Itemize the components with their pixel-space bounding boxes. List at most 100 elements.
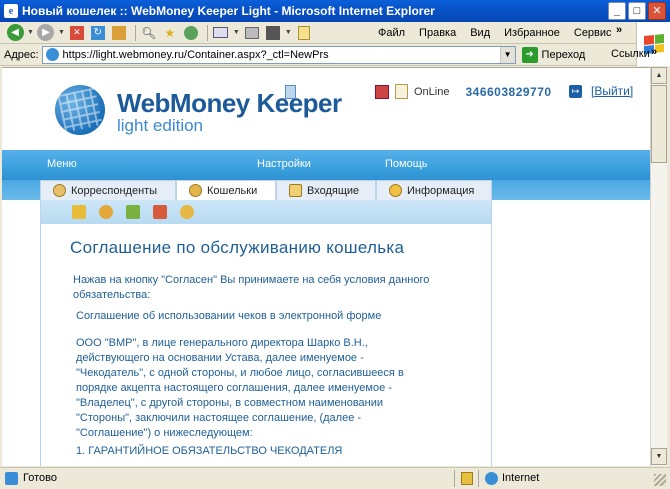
forward-button[interactable]: ▶ — [37, 24, 55, 42]
wm-header: WebMoney Keeper light edition OnLine 346… — [2, 68, 650, 150]
scroll-down-icon[interactable]: ▼ — [651, 448, 667, 465]
status-bar: Готово Internet — [0, 467, 670, 489]
notes-icon — [297, 25, 310, 40]
exit-link[interactable]: [Выйти] — [591, 84, 633, 98]
wallet-history-icon[interactable] — [180, 205, 194, 219]
tab-inbox[interactable]: Входящие — [276, 180, 376, 200]
links-chevron-icon[interactable]: » — [651, 46, 657, 58]
menu-file[interactable]: Файл — [378, 27, 405, 39]
minimize-button[interactable]: _ — [608, 2, 626, 20]
inbox-icon — [289, 184, 302, 197]
wallet-list-icon[interactable] — [72, 205, 86, 219]
wm-subtitle: light edition — [117, 116, 204, 135]
go-button[interactable]: ➜ Переход — [521, 46, 585, 63]
search-icon: 🔍︎ — [141, 25, 157, 40]
history-icon — [183, 25, 198, 40]
favorites-button[interactable]: ★ — [161, 24, 179, 42]
print-button[interactable] — [243, 24, 261, 42]
edit-dropdown-icon[interactable]: ▼ — [285, 29, 292, 36]
tab-label: Кошельки — [207, 184, 258, 197]
links-button[interactable]: Ссылки — [611, 48, 650, 60]
status-divider — [478, 470, 479, 487]
wallet-create-icon[interactable] — [99, 205, 113, 219]
menu-overflow-chevron-icon[interactable]: » — [616, 24, 622, 36]
print-icon — [244, 26, 259, 39]
address-dropdown-icon[interactable]: ▼ — [499, 46, 515, 63]
lock-icon — [461, 472, 473, 485]
people-icon — [53, 184, 66, 197]
stop-icon: ✕ — [69, 25, 84, 40]
agreement-body: ООО "ВМР", в лице генерального директора… — [76, 337, 404, 439]
back-button[interactable]: ◀ — [6, 24, 24, 42]
intro-text: Нажав на кнопку "Согласен" Вы принимаете… — [73, 274, 430, 301]
menu-edit[interactable]: Правка — [419, 27, 456, 39]
toolbar-divider — [134, 24, 136, 41]
edit-button[interactable] — [264, 24, 282, 42]
online-status: OnLine — [414, 85, 450, 98]
menu-bar: Файл Правка Вид Избранное Сервис — [378, 22, 626, 44]
exit-area: ↦ [Выйти] — [569, 84, 633, 98]
vertical-scrollbar[interactable]: ▲ ▼ — [650, 67, 667, 466]
menu-tools[interactable]: Сервис — [574, 27, 612, 39]
go-arrow-icon: ➜ — [521, 46, 538, 63]
back-dropdown-icon[interactable]: ▼ — [27, 29, 34, 36]
tab-label: Входящие — [307, 184, 360, 197]
scroll-up-icon[interactable]: ▲ — [651, 67, 667, 84]
nav-menu[interactable]: Меню — [47, 158, 77, 170]
stop-button[interactable]: ✕ — [68, 24, 86, 42]
maximize-button[interactable]: □ — [628, 2, 646, 20]
toolbar: ◀ ▼ ▶ ▼ ✕ ↻ 🔍︎ ★ ▼ ▼ Файл Правка Вид Изб… — [0, 22, 670, 44]
star-icon: ★ — [164, 25, 176, 40]
info-icon — [389, 184, 402, 197]
resize-grip-icon[interactable] — [654, 474, 666, 486]
window-title-bar[interactable]: e Новый кошелек :: WebMoney Keeper Light… — [0, 0, 670, 22]
edit-icon — [265, 25, 280, 40]
wallet-icon — [189, 184, 202, 197]
menu-view[interactable]: Вид — [470, 27, 490, 39]
mail-dropdown-icon[interactable]: ▼ — [233, 29, 240, 36]
menu-favorites[interactable]: Избранное — [504, 27, 560, 39]
wallet-remove-icon[interactable] — [153, 205, 167, 219]
tab-label: Корреспонденты — [71, 184, 158, 197]
address-label: Адрес: — [4, 48, 39, 61]
page-ie-icon — [45, 48, 59, 61]
zone-label: Internet — [502, 472, 540, 484]
status-text: Готово — [23, 472, 57, 484]
nav-settings[interactable]: Настройки — [257, 158, 311, 170]
wmid-number: 346603829770 — [465, 84, 552, 99]
refresh-button[interactable]: ↻ — [89, 24, 107, 42]
document-icon — [285, 85, 296, 99]
page-status-icon — [5, 472, 18, 485]
search-button[interactable]: 🔍︎ — [140, 24, 158, 42]
nav-help[interactable]: Помощь — [385, 158, 428, 170]
address-bar: Адрес: https://light.webmoney.ru/Contain… — [0, 44, 636, 66]
status-area: OnLine 346603829770 — [375, 84, 552, 99]
page-title: Соглашение по обслуживанию кошелька — [70, 238, 405, 257]
agreement-title: Соглашение об использовании чеков в элек… — [76, 310, 382, 322]
address-input[interactable]: https://light.webmoney.ru/Container.aspx… — [41, 45, 516, 64]
discuss-button[interactable] — [295, 24, 313, 42]
address-url: https://light.webmoney.ru/Container.aspx… — [62, 48, 329, 61]
toolbar-divider — [206, 24, 208, 41]
history-button[interactable] — [182, 24, 200, 42]
exit-icon[interactable]: ↦ — [569, 84, 582, 98]
certificate-icon[interactable] — [395, 84, 408, 99]
tab-label: Информация — [407, 184, 475, 197]
mail-button[interactable] — [212, 24, 230, 42]
home-button[interactable] — [110, 24, 128, 42]
main-nav: Меню Настройки Помощь — [2, 150, 650, 180]
forward-arrow-icon: ▶ — [37, 24, 55, 41]
ie-app-icon[interactable]: e — [4, 4, 18, 18]
close-button[interactable]: ✕ — [648, 2, 666, 20]
tab-correspondents[interactable]: Корреспонденты — [40, 180, 176, 200]
webmoney-globe-logo[interactable] — [55, 85, 105, 135]
tab-info[interactable]: Информация — [376, 180, 492, 200]
tab-wallets[interactable]: Кошельки — [176, 180, 276, 200]
scroll-thumb[interactable] — [651, 85, 667, 163]
wallet-transfer-icon[interactable] — [126, 205, 140, 219]
refresh-icon: ↻ — [90, 25, 105, 40]
wm-brand: WebMoney Keeper — [117, 88, 342, 118]
forward-dropdown-icon[interactable]: ▼ — [58, 29, 65, 36]
home-icon — [111, 25, 126, 40]
download-icon[interactable] — [375, 84, 389, 99]
